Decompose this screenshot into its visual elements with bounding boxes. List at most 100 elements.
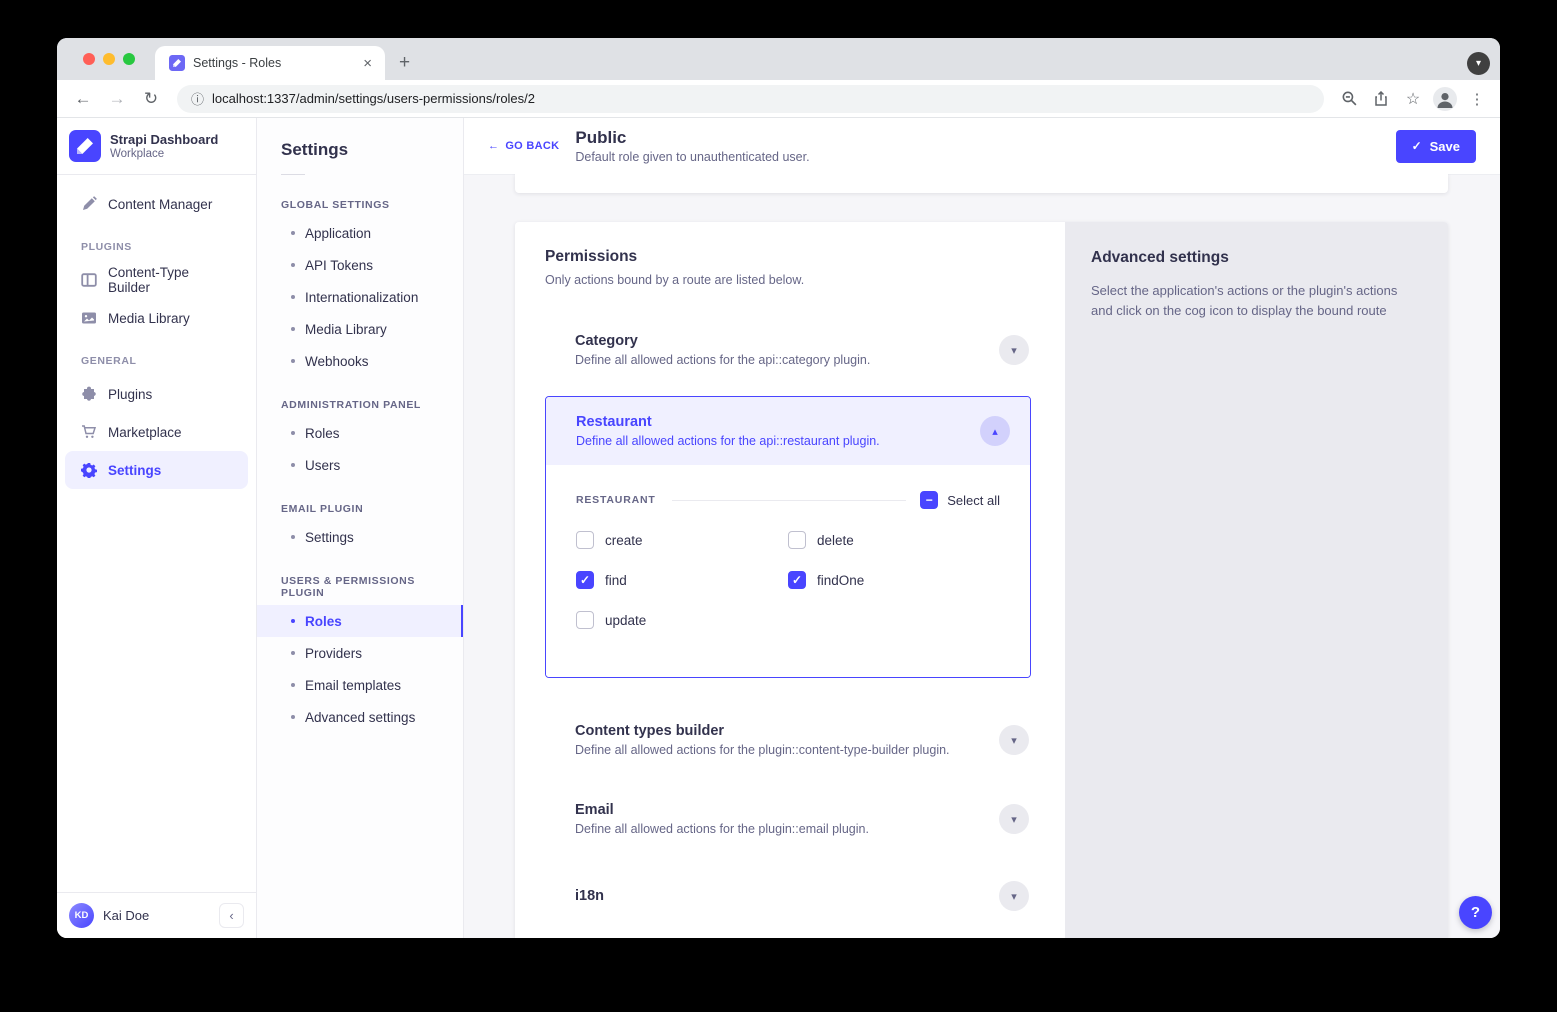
address-bar[interactable]: ⓘ localhost:1337/admin/settings/users-pe… — [177, 85, 1324, 113]
subnav-item-roles[interactable]: Roles — [257, 605, 463, 637]
subnav-section-users-permissions: USERS & PERMISSIONS PLUGIN — [257, 553, 463, 605]
pen-icon — [81, 196, 97, 212]
back-button[interactable]: ← — [69, 89, 97, 109]
tab-strip: Settings - Roles × + ▾ — [57, 38, 1500, 80]
subnav-item-label: Settings — [305, 530, 354, 545]
question-mark-icon: ? — [1471, 904, 1480, 921]
go-back-label: GO BACK — [505, 140, 559, 152]
bullet-icon — [291, 231, 295, 235]
tab-search-button[interactable]: ▾ — [1467, 52, 1490, 75]
permission-checkbox-update[interactable]: update — [576, 611, 788, 629]
profile-avatar-icon[interactable] — [1432, 88, 1458, 110]
tab-close-icon[interactable]: × — [360, 55, 375, 72]
checkbox-icon[interactable] — [576, 611, 594, 629]
caret-down-icon: ▾ — [1011, 890, 1017, 903]
restaurant-permissions-body: RESTAURANT − Select all — [546, 465, 1030, 677]
accordion-restaurant-header[interactable]: Restaurant Define all allowed actions fo… — [546, 397, 1030, 465]
sidebar-item-media-library[interactable]: Media Library — [65, 299, 248, 337]
checkbox-label: find — [605, 573, 627, 588]
accordion-title: Restaurant — [576, 414, 980, 430]
subnav-item-advanced-settings[interactable]: Advanced settings — [257, 701, 463, 733]
checkbox-checked-icon[interactable]: ✓ — [788, 571, 806, 589]
permission-checkbox-create[interactable]: create — [576, 531, 788, 549]
checkbox-icon[interactable] — [788, 531, 806, 549]
select-all-control[interactable]: − Select all — [920, 491, 1000, 509]
permission-checkbox-delete[interactable]: delete — [788, 531, 1000, 549]
expand-button[interactable]: ▾ — [999, 804, 1029, 834]
avatar[interactable]: KD — [69, 903, 94, 928]
help-button[interactable]: ? — [1459, 896, 1492, 929]
zoom-icon[interactable] — [1336, 88, 1362, 110]
sidebar-item-label: Media Library — [108, 311, 190, 326]
subnav-item-application[interactable]: Application — [257, 217, 463, 249]
workspace-brand[interactable]: Strapi Dashboard Workplace — [57, 118, 256, 175]
checkbox-checked-icon[interactable]: ✓ — [576, 571, 594, 589]
browser-menu-icon[interactable]: ⋮ — [1464, 88, 1490, 110]
subnav-item-internationalization[interactable]: Internationalization — [257, 281, 463, 313]
collapse-sidebar-button[interactable]: ‹ — [219, 903, 244, 928]
bookmark-star-icon[interactable]: ☆ — [1400, 88, 1426, 110]
back-arrow-icon: ← — [488, 140, 499, 152]
subnav-item-webhooks[interactable]: Webhooks — [257, 345, 463, 377]
share-icon[interactable] — [1368, 88, 1394, 110]
minimize-window-button[interactable] — [103, 53, 115, 65]
accordion-email[interactable]: Email Define all allowed actions for the… — [545, 802, 1031, 836]
bullet-icon — [291, 619, 295, 623]
sidebar-item-plugins[interactable]: Plugins — [65, 375, 248, 413]
puzzle-icon — [81, 386, 97, 402]
strapi-logo-icon — [69, 130, 101, 162]
sidebar-item-content-manager[interactable]: Content Manager — [65, 185, 248, 223]
site-info-icon[interactable]: ⓘ — [191, 89, 204, 108]
subnav-item-label: Roles — [305, 614, 342, 629]
subnav-item-email-templates[interactable]: Email templates — [257, 669, 463, 701]
window-controls[interactable] — [83, 53, 135, 65]
new-tab-button[interactable]: + — [399, 52, 410, 74]
accordion-i18n[interactable]: i18n ▾ — [545, 881, 1031, 911]
accordion-content-types-builder[interactable]: Content types builder Define all allowed… — [545, 723, 1031, 757]
workspace-name: Workplace — [110, 148, 218, 160]
checkbox-icon[interactable] — [576, 531, 594, 549]
subnav-item-label: Webhooks — [305, 354, 369, 369]
subnav-item-label: Advanced settings — [305, 710, 415, 725]
url-text[interactable]: localhost:1337/admin/settings/users-perm… — [212, 91, 535, 106]
subnav-item-api-tokens[interactable]: API Tokens — [257, 249, 463, 281]
select-all-label: Select all — [947, 493, 1000, 508]
subnav-item-providers[interactable]: Providers — [257, 637, 463, 669]
collapse-button[interactable]: ▴ — [980, 416, 1010, 446]
accordion-description: Define all allowed actions for the plugi… — [575, 822, 999, 836]
page-content: Permissions Only actions bound by a rout… — [464, 174, 1500, 938]
sidebar-item-marketplace[interactable]: Marketplace — [65, 413, 248, 451]
expand-button[interactable]: ▾ — [999, 335, 1029, 365]
app-name: Strapi Dashboard — [110, 132, 218, 148]
sidebar-item-settings[interactable]: Settings — [65, 451, 248, 489]
select-all-checkbox[interactable]: − — [920, 491, 938, 509]
sidebar-item-label: Content-Type Builder — [108, 265, 232, 295]
save-button[interactable]: ✓ Save — [1396, 130, 1476, 163]
subnav-divider — [281, 174, 305, 175]
strapi-favicon-icon — [169, 55, 185, 71]
go-back-link[interactable]: ← GO BACK — [488, 140, 559, 152]
subnav-item-admin-users[interactable]: Users — [257, 449, 463, 481]
accordion-category[interactable]: Category Define all allowed actions for … — [545, 333, 1031, 367]
subnav-item-admin-roles[interactable]: Roles — [257, 417, 463, 449]
subnav-item-email-settings[interactable]: Settings — [257, 521, 463, 553]
subnav-item-label: Roles — [305, 426, 340, 441]
bullet-icon — [291, 359, 295, 363]
forward-button[interactable]: → — [103, 89, 131, 109]
permission-checkbox-findone[interactable]: ✓ findOne — [788, 571, 1000, 589]
checkbox-label: update — [605, 613, 646, 628]
subnav-item-media-library[interactable]: Media Library — [257, 313, 463, 345]
expand-button[interactable]: ▾ — [999, 725, 1029, 755]
browser-tab[interactable]: Settings - Roles × — [155, 46, 385, 80]
sidebar-nav: Content Manager PLUGINS Content-Type Bui… — [57, 175, 256, 892]
zoom-window-button[interactable] — [123, 53, 135, 65]
sidebar-item-label: Plugins — [108, 387, 152, 402]
expand-button[interactable]: ▾ — [999, 881, 1029, 911]
permission-checkbox-find[interactable]: ✓ find — [576, 571, 788, 589]
permissions-card: Permissions Only actions bound by a rout… — [515, 222, 1448, 938]
sidebar-item-content-type-builder[interactable]: Content-Type Builder — [65, 261, 248, 299]
page-subtitle: Default role given to unauthenticated us… — [575, 150, 809, 164]
reload-button[interactable]: ↻ — [137, 89, 165, 109]
close-window-button[interactable] — [83, 53, 95, 65]
subnav-section-email-plugin: EMAIL PLUGIN — [257, 481, 463, 521]
